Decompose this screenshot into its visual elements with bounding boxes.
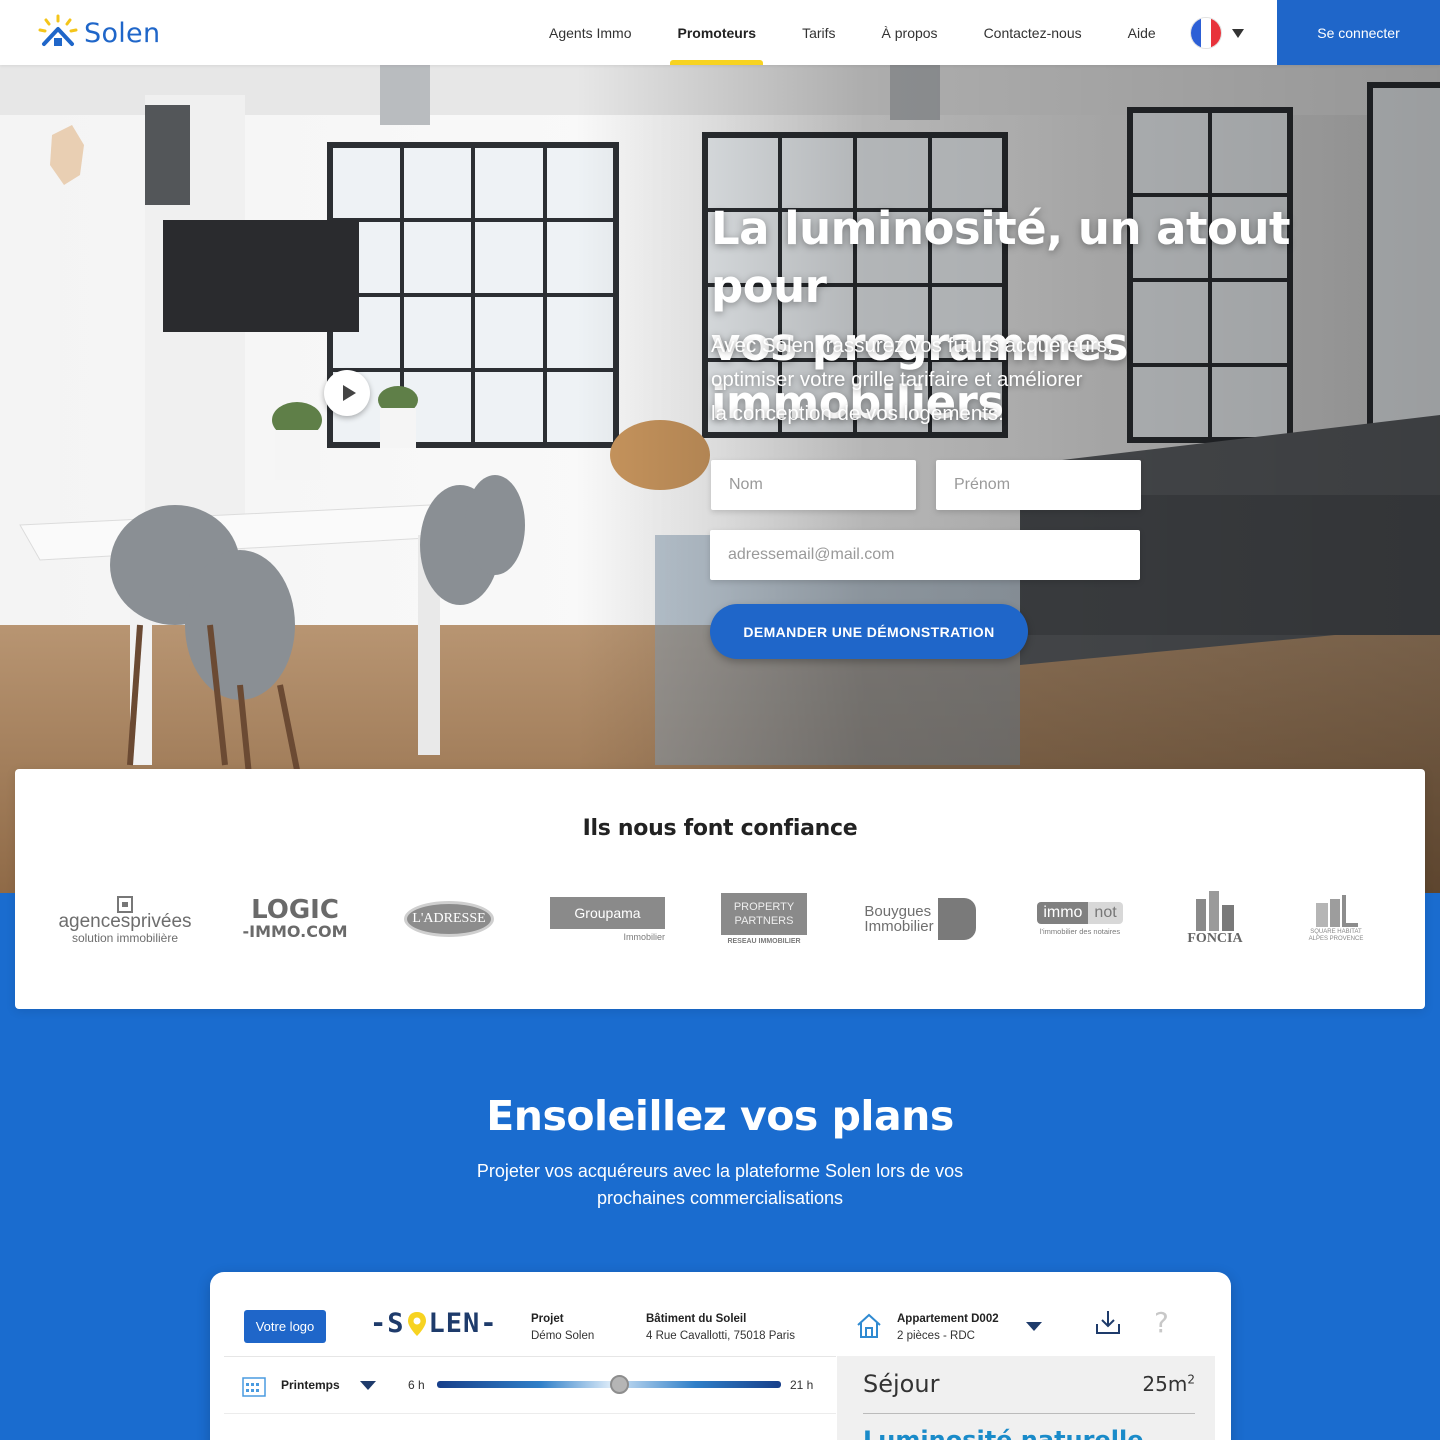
partner-tagline: Immobilier — [864, 918, 934, 935]
partner-logo-foncia: FONCIA — [1180, 887, 1250, 951]
map-pin-icon — [407, 1311, 426, 1336]
hour-max-label: 21 h — [790, 1378, 814, 1392]
section-title: Ensoleillez vos plans — [486, 1092, 954, 1140]
chevron-down-icon — [1232, 28, 1244, 38]
room-name: Séjour — [863, 1370, 940, 1398]
building-info: Bâtiment du Soleil 4 Rue Cavallotti, 750… — [646, 1311, 795, 1345]
partner-name-2: PARTNERS — [734, 915, 794, 927]
partner-name: L'ADRESSE — [412, 911, 486, 926]
solen-app-logo: -S LEN- — [370, 1308, 498, 1339]
section-subtitle: Projeter vos acquéreurs avec la platefor… — [460, 1158, 980, 1212]
hero-title-line1: La luminosité, un atout pour — [711, 202, 1291, 313]
partner-name: LOGIC — [251, 894, 339, 925]
partner-logo-property-partners: PROPERTY PARTNERS RESEAU IMMOBILIER — [721, 887, 807, 951]
square-habitat-icon — [1316, 895, 1358, 927]
partner-name-2: not — [1088, 902, 1123, 924]
partner-name: Bouygues — [864, 903, 932, 920]
nav-link-promoteurs[interactable]: Promoteurs — [654, 0, 779, 65]
partner-logo-ladresse: L'ADRESSE — [403, 887, 495, 951]
project-value: Démo Solen — [531, 1330, 595, 1342]
nav-link-aide[interactable]: Aide — [1105, 0, 1179, 65]
app-brand-left: -S — [370, 1308, 405, 1339]
hero-subtitle: Avec Solen, rassurez vos futurs acquéreu… — [711, 329, 1181, 431]
partner-name: Groupama — [574, 904, 641, 921]
row-divider — [224, 1413, 836, 1414]
foncia-building-icon — [1196, 891, 1234, 931]
partner-tagline: Immobilier — [623, 931, 665, 942]
app-brand-right: LEN- — [428, 1308, 498, 1339]
apartment-details: 2 pièces - RDC — [897, 1330, 975, 1342]
partners-title: Ils nous font confiance — [582, 816, 858, 841]
season-dropdown-icon[interactable] — [360, 1381, 376, 1390]
partner-tagline: solution immobilière — [71, 931, 179, 945]
partner-logo-agencesprivees: agencesprivées solution immobilière — [58, 887, 192, 951]
room-area: 25m2 — [1142, 1372, 1195, 1396]
partner-logo-logic-immo: LOGIC -IMMO.COM — [240, 887, 350, 951]
help-icon[interactable]: ? — [1154, 1306, 1169, 1339]
france-flag-icon — [1190, 17, 1222, 49]
home-icon — [857, 1313, 881, 1338]
partner-name: SQUARE HABITAT — [1310, 929, 1362, 935]
request-demo-button[interactable]: DEMANDER UNE DÉMONSTRATION — [710, 604, 1028, 659]
project-info: Projet Démo Solen — [531, 1311, 594, 1345]
toolbar-divider — [224, 1356, 836, 1357]
room-area-value: 25m — [1142, 1372, 1188, 1396]
download-icon[interactable] — [1094, 1308, 1122, 1336]
partner-logo-square-habitat: SQUARE HABITAT ALPES PROVENCE — [1305, 887, 1367, 951]
top-navbar: Solen Agents Immo Promoteurs Tarifs À pr… — [0, 0, 1440, 65]
partner-tagline: ALPES PROVENCE — [1308, 936, 1364, 942]
partner-name: FONCIA — [1187, 931, 1243, 946]
your-logo-button[interactable]: Votre logo — [244, 1310, 326, 1343]
building-label: Bâtiment du Soleil — [646, 1313, 747, 1325]
play-video-button[interactable] — [324, 370, 370, 416]
sun-house-icon — [38, 14, 78, 46]
hour-min-label: 6 h — [408, 1378, 425, 1392]
partner-name: immo — [1037, 902, 1089, 924]
bouygues-b-icon — [937, 898, 976, 940]
nav-link-tarifs[interactable]: Tarifs — [779, 0, 858, 65]
room-divider — [863, 1413, 1195, 1414]
partners-section: Ils nous font confiance agencesprivées s… — [15, 769, 1425, 1009]
language-selector[interactable] — [1190, 17, 1244, 49]
project-label: Projet — [531, 1313, 564, 1325]
partner-name: PROPERTY — [733, 901, 795, 913]
prenom-input[interactable] — [936, 460, 1141, 510]
app-preview-card: Votre logo -S LEN- Projet Démo Solen Bât… — [210, 1272, 1231, 1440]
email-input[interactable] — [710, 530, 1140, 580]
time-slider-thumb[interactable] — [609, 1375, 629, 1394]
apartment-label: Appartement D002 — [897, 1313, 999, 1325]
building-icon — [117, 896, 133, 913]
room-luminosity-title: Luminosité naturelle — [863, 1426, 1144, 1440]
partner-name: agencesprivées — [58, 911, 192, 932]
partner-tagline: -IMMO.COM — [242, 921, 348, 941]
nav-link-agents-immo[interactable]: Agents Immo — [526, 0, 654, 65]
apartment-selector[interactable]: Appartement D002 2 pièces - RDC — [897, 1311, 999, 1345]
main-menu: Agents Immo Promoteurs Tarifs À propos C… — [526, 0, 1179, 65]
hero-subtitle-line2: optimiser votre grille tarifaire et amél… — [711, 368, 1083, 391]
brand-name: Solen — [84, 17, 161, 49]
nav-link-contact[interactable]: Contactez-nous — [961, 0, 1105, 65]
partner-tagline: l'immobilier des notaires — [1039, 927, 1121, 936]
partner-logo-bouygues: Bouygues Immobilier — [859, 887, 981, 951]
nom-input[interactable] — [711, 460, 916, 510]
partner-logo-immonot: immo not l'immobilier des notaires — [1031, 887, 1129, 951]
login-button[interactable]: Se connecter — [1277, 0, 1440, 65]
section-subtitle-line1: Projeter vos acquéreurs avec la platefor… — [476, 1161, 964, 1181]
apartment-dropdown-icon[interactable] — [1026, 1322, 1042, 1331]
partner-logo-groupama: Groupama Immobilier — [550, 887, 665, 951]
hero-subtitle-line1: Avec Solen, rassurez vos futurs acquéreu… — [711, 334, 1113, 357]
season-select-label[interactable]: Printemps — [281, 1378, 340, 1392]
hero-subtitle-line3: la conception de vos logements. — [711, 402, 1004, 425]
room-info-panel: Séjour 25m2 Luminosité naturelle — [837, 1356, 1215, 1440]
calendar-icon — [242, 1377, 266, 1397]
partner-tagline: RESEAU IMMOBILIER — [727, 938, 801, 945]
section-subtitle-line2: prochaines commercialisations — [596, 1188, 844, 1208]
nav-link-a-propos[interactable]: À propos — [859, 0, 961, 65]
room-area-unit: 2 — [1187, 1372, 1195, 1387]
building-address: 4 Rue Cavallotti, 75018 Paris — [646, 1330, 795, 1342]
brand-logo[interactable]: Solen — [38, 14, 160, 52]
